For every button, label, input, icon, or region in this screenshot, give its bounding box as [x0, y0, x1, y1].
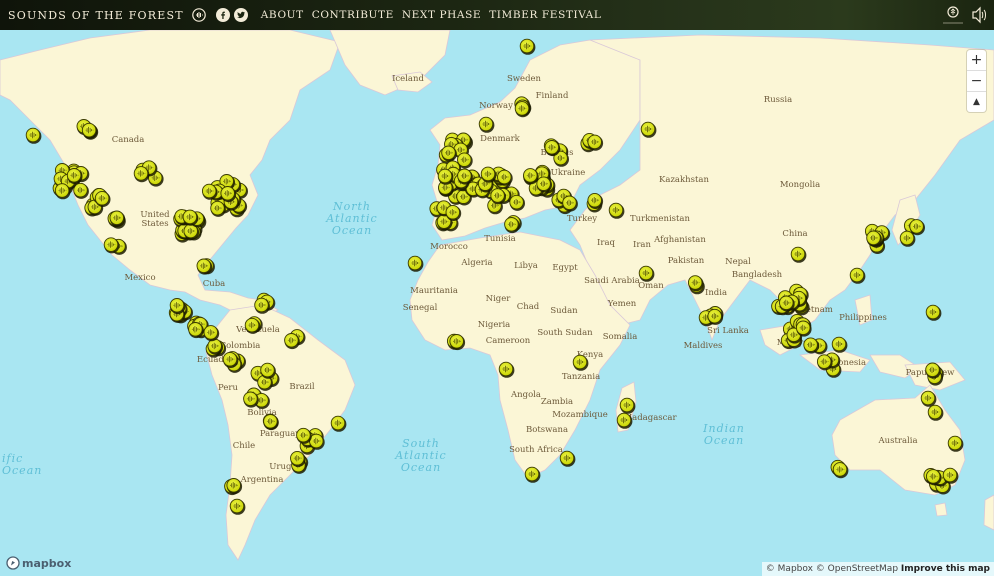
country-label-tanzania: Tanzania	[562, 372, 600, 382]
map-attribution: © Mapbox © OpenStreetMap Improve this ma…	[761, 562, 994, 576]
country-label-india: India	[705, 288, 727, 298]
country-label-mauritania: Mauritania	[410, 286, 458, 296]
world-map[interactable]: CanadaUnitedStatesMexicoCubaVenezuelaCol…	[0, 30, 994, 576]
country-label-kazakhstan: Kazakhstan	[659, 175, 709, 185]
country-label-algeria: Algeria	[460, 258, 492, 268]
improve-map-link[interactable]: Improve this map	[901, 564, 990, 574]
audio-icon[interactable]	[191, 8, 206, 22]
country-label-south-sudan: South Sudan	[537, 328, 593, 338]
country-label-nigeria: Nigeria	[478, 320, 510, 330]
country-label-iraq: Iraq	[597, 238, 615, 248]
site-title[interactable]: SOUNDS OF THE FOREST	[8, 9, 184, 22]
sound-marker[interactable]	[169, 298, 186, 315]
country-label-chile: Chile	[233, 441, 255, 451]
sound-marker[interactable]	[559, 450, 576, 467]
country-label-sri-lanka: Sri Lanka	[707, 326, 749, 336]
ocean-label-north-atlantic-ocean: North Atlantic Ocean	[325, 200, 377, 237]
country-label-china: China	[782, 229, 807, 239]
ocean-label-indian-ocean: Indian Ocean	[702, 422, 745, 447]
nav-about[interactable]: ABOUT	[261, 9, 304, 21]
country-label-turkey: Turkey	[567, 214, 597, 224]
country-label-yemen: Yemen	[607, 299, 637, 309]
country-label-mexico: Mexico	[124, 273, 155, 283]
country-label-finland: Finland	[536, 91, 569, 101]
country-label-somalia: Somalia	[603, 332, 638, 342]
country-label-ukraine: Ukraine	[551, 168, 586, 178]
country-label-morocco: Morocco	[430, 242, 468, 252]
country-label-philippines: Philippines	[839, 313, 887, 323]
forest-logo-icon[interactable]	[940, 3, 966, 31]
country-label-denmark: Denmark	[480, 134, 521, 144]
sound-marker[interactable]	[330, 415, 347, 432]
country-label-oman: Oman	[638, 281, 664, 291]
country-label-saudi-arabia: Saudi Arabia	[584, 276, 640, 286]
country-label-afghanistan: Afghanistan	[653, 235, 706, 245]
country-label-libya: Libya	[514, 261, 538, 271]
country-label-chad: Chad	[517, 302, 540, 312]
country-label-cameroon: Cameroon	[486, 336, 531, 346]
sound-marker[interactable]	[562, 195, 578, 212]
twitter-icon[interactable]	[233, 8, 249, 22]
nav-timber-festival[interactable]: TIMBER FESTIVAL	[489, 9, 601, 21]
country-label-russia: Russia	[764, 95, 792, 105]
country-label-argentina: Argentina	[240, 475, 284, 485]
country-label-zambia: Zambia	[541, 397, 573, 407]
country-label-niger: Niger	[486, 294, 512, 304]
country-label-botswana: Botswana	[526, 425, 568, 435]
country-label-sweden: Sweden	[507, 74, 542, 84]
country-label-united-states: United States	[140, 210, 170, 229]
map-controls: + − ▲	[967, 50, 986, 112]
country-label-nepal: Nepal	[725, 257, 751, 267]
country-label-angola: Angola	[510, 390, 541, 400]
nav-next-phase[interactable]: NEXT PHASE	[402, 9, 481, 21]
country-label-pakistan: Pakistan	[668, 256, 705, 266]
mapbox-logo[interactable]: mapbox	[6, 556, 71, 570]
zoom-out-button[interactable]: −	[967, 71, 986, 92]
country-label-maldives: Maldives	[684, 341, 723, 351]
country-label-peru: Peru	[218, 383, 238, 393]
mapbox-logo-text: mapbox	[22, 556, 72, 570]
sound-marker[interactable]	[407, 255, 424, 272]
zoom-in-button[interactable]: +	[967, 50, 986, 71]
map-canvas[interactable]: CanadaUnitedStatesMexicoCubaVenezuelaCol…	[0, 30, 994, 576]
mapbox-logo-icon	[6, 556, 20, 570]
country-label-tunisia: Tunisia	[484, 234, 516, 244]
sound-marker[interactable]	[831, 336, 848, 353]
attribution-mapbox[interactable]: © Mapbox	[766, 564, 813, 574]
country-label-egypt: Egypt	[552, 263, 578, 273]
country-label-south-africa: South Africa	[509, 445, 563, 455]
country-label-norway: Norway	[479, 101, 513, 111]
country-label-brazil: Brazil	[289, 382, 315, 392]
sound-marker[interactable]	[25, 127, 42, 144]
top-bar: SOUNDS OF THE FOREST ABOUT CONTRIBUTE NE…	[0, 0, 994, 30]
country-label-iran: Iran	[633, 240, 651, 250]
sound-marker[interactable]	[519, 38, 536, 55]
country-label-senegal: Senegal	[403, 303, 438, 313]
country-label-mongolia: Mongolia	[780, 180, 820, 190]
country-label-sudan: Sudan	[550, 306, 578, 316]
country-label-australia: Australia	[877, 436, 917, 446]
ocean-label-south-atlantic-ocean: South Atlantic Ocean	[394, 437, 446, 474]
compass-button[interactable]: ▲	[967, 92, 986, 112]
attribution-osm[interactable]: © OpenStreetMap	[816, 564, 898, 574]
facebook-icon[interactable]	[215, 8, 230, 22]
country-label-cuba: Cuba	[203, 279, 226, 289]
country-label-iceland: Iceland	[392, 74, 424, 84]
sound-toggle-icon[interactable]	[970, 5, 988, 29]
country-label-turkmenistan: Turkmenistan	[630, 214, 690, 224]
sound-marker[interactable]	[925, 304, 942, 321]
country-label-bangladesh: Bangladesh	[732, 270, 783, 280]
sound-marker[interactable]	[849, 267, 866, 284]
country-label-canada: Canada	[112, 135, 145, 145]
ocean-label-pacific-ocean: ific Ocean	[2, 452, 42, 477]
country-label-mozambique: Mozambique	[552, 410, 608, 420]
country-label-paraguay: Paraguay	[260, 429, 301, 439]
nav-contribute[interactable]: CONTRIBUTE	[312, 9, 394, 21]
